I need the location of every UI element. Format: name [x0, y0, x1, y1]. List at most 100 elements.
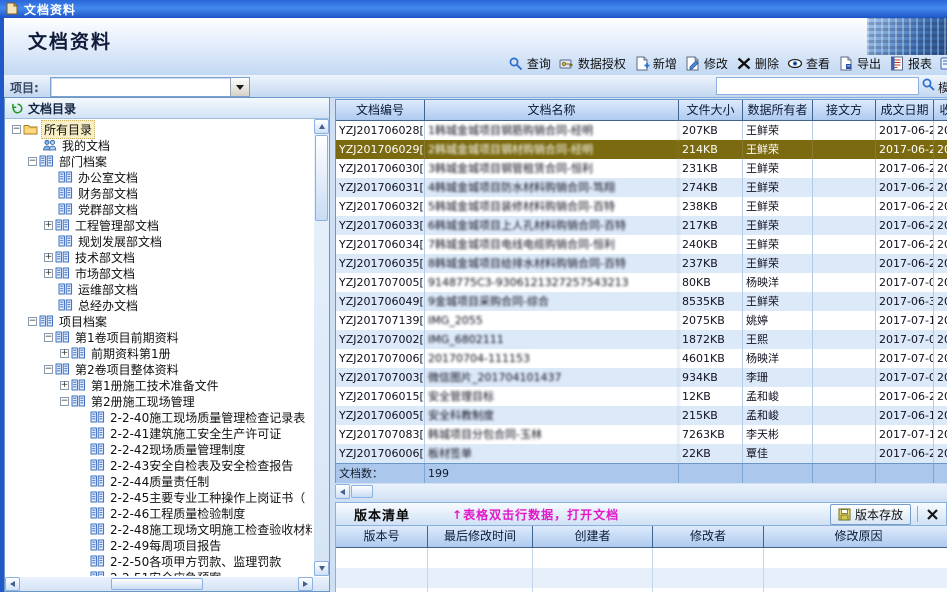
expand-icon[interactable]: + [44, 253, 53, 262]
doc-row[interactable]: YZJ201706033[宗]6韩城金城项目上人孔材料购销合同-百特217KB王… [336, 216, 947, 235]
toolbar-button-export[interactable]: 导出 [838, 55, 881, 72]
scroll-left-icon[interactable] [335, 484, 350, 499]
clipped-tool-icon[interactable] [940, 56, 947, 71]
doc-row[interactable]: YZJ201706029[宗]2韩城金城项目钢材购销合同-经明214KB王鲜荣2… [336, 140, 947, 159]
close-icon[interactable] [924, 506, 940, 522]
tree-item[interactable]: 2-2-48施工现场文明施工检查验收材料 [6, 521, 312, 537]
tree-item[interactable]: 我的文档 [6, 137, 312, 153]
column-header[interactable]: 文件大小 [679, 100, 743, 120]
tree-item[interactable]: −第2卷项目整体资料 [6, 361, 312, 377]
search-icon[interactable] [921, 77, 936, 93]
tree-item[interactable]: +技术部文档 [6, 249, 312, 265]
tree-vertical-scrollbar[interactable] [314, 119, 329, 576]
scrollbar-thumb[interactable] [315, 135, 328, 221]
doc-row[interactable]: YZJ201707002[宗]IMG_68021111872KB王熙2017-0… [336, 330, 947, 349]
tree-item[interactable]: −第1卷项目前期资料 [6, 329, 312, 345]
collapse-icon[interactable]: − [28, 317, 37, 326]
collapse-icon[interactable]: − [12, 125, 21, 134]
toolbar-button-report[interactable]: 报表 [889, 55, 932, 72]
dropdown-arrow-icon[interactable] [230, 78, 249, 96]
collapse-icon[interactable]: − [44, 365, 53, 374]
scroll-down-icon[interactable] [314, 561, 329, 576]
column-header[interactable]: 成文日期 [876, 100, 934, 120]
table-horizontal-scrollbar[interactable] [335, 484, 947, 499]
title-bar[interactable]: 文档资料 [0, 0, 947, 18]
doc-row[interactable]: YZJ201707005[宗]9148775C3-930612132725754… [336, 273, 947, 292]
doc-row[interactable]: YZJ201706005[宗]安全科教制度215KB孟和峻2017-06-192… [336, 406, 947, 425]
scrollbar-thumb[interactable] [351, 485, 373, 498]
tree-item[interactable]: +工程管理部文档 [6, 217, 312, 233]
column-header[interactable]: 文档名称 [425, 100, 679, 120]
collapse-icon[interactable]: − [60, 397, 69, 406]
doc-row[interactable]: YZJ201707083[宗]韩城项目分包合同-玉林7263KB李天彬2017-… [336, 425, 947, 444]
doc-row[interactable]: YZJ201706006[宗]板材签单22KB覃佳2017-06-2020 [336, 444, 947, 463]
tree-item[interactable]: 2-2-45主要专业工种操作上岗证书（ [6, 489, 312, 505]
doc-name: 微信图片_201704101437 [425, 368, 679, 387]
tree-item[interactable]: 2-2-40施工现场质量管理检查记录表 [6, 409, 312, 425]
tree-item[interactable]: 2-2-44质量责任制 [6, 473, 312, 489]
doc-row[interactable]: YZJ201706035[宗]8韩城金城项目给排水材料购销合同-百特237KB王… [336, 254, 947, 273]
tree-item[interactable]: 2-2-42现场质量管理制度 [6, 441, 312, 457]
doc-row[interactable]: YZJ201706032[宗]5韩城金城项目装修材料购销合同-百特238KB王鲜… [336, 197, 947, 216]
tree-item[interactable]: −第2册施工现场管理 [6, 393, 312, 409]
version-column-header[interactable]: 创建者 [533, 526, 653, 547]
tree-item[interactable]: −所有目录 [6, 121, 312, 137]
column-header[interactable]: 数据所有者 [743, 100, 813, 120]
tree-item[interactable]: −项目档案 [6, 313, 312, 329]
column-header[interactable]: 收文日期 [934, 100, 947, 120]
version-column-header[interactable]: 修改者 [653, 526, 764, 547]
tree-item[interactable]: +第1册施工技术准备文件 [6, 377, 312, 393]
scroll-up-icon[interactable] [314, 119, 329, 134]
column-header[interactable]: 文档编号 [336, 100, 425, 120]
toolbar-button-query[interactable]: 查询 [508, 55, 551, 72]
version-store-button[interactable]: 版本存放 [830, 504, 911, 525]
doc-row[interactable]: YZJ201707003[宗]微信图片_201704101437934KB李珊2… [336, 368, 947, 387]
expand-icon[interactable]: + [44, 221, 53, 230]
tree-item[interactable]: 总经办文档 [6, 297, 312, 313]
tree-item[interactable]: 党群部文档 [6, 201, 312, 217]
doc-row[interactable]: YZJ201706028[宗]1韩城金城项目钢筋购销合同-经明207KB王鲜荣2… [336, 121, 947, 140]
doc-row[interactable]: YZJ201706034[宗]7韩城金城项目电线电缆购销合同-恒利240KB王鲜… [336, 235, 947, 254]
tree-item[interactable]: 办公室文档 [6, 169, 312, 185]
tree-item[interactable]: +市场部文档 [6, 265, 312, 281]
tree-item[interactable]: 规划发展部文档 [6, 233, 312, 249]
doc-row[interactable]: YZJ201706049[宗]9金城项目采购合同-综合8535KB王鲜荣2017… [336, 292, 947, 311]
tree-item[interactable]: 运维部文档 [6, 281, 312, 297]
doc-row[interactable]: YZJ201707139[宗]IMG_20552075KB姚婷2017-07-1… [336, 311, 947, 330]
quick-search-input[interactable] [716, 77, 919, 95]
toolbar-button-edit[interactable]: 修改 [685, 55, 728, 72]
toolbar-button-add[interactable]: 新增 [634, 55, 677, 72]
collapse-icon[interactable]: − [44, 333, 53, 342]
version-column-header[interactable]: 修改原因 [764, 526, 947, 547]
expand-icon[interactable]: + [44, 269, 53, 278]
tree-item[interactable]: 2-2-51安全应急预案 [6, 569, 312, 576]
tree-item[interactable]: 2-2-43安全自检表及安全检查报告 [6, 457, 312, 473]
scroll-right-icon[interactable] [298, 577, 313, 591]
tree-item[interactable]: 2-2-49每周项目报告 [6, 537, 312, 553]
expand-icon[interactable]: + [60, 349, 69, 358]
toolbar-button-authorize[interactable]: 数据授权 [559, 55, 626, 72]
collapse-icon[interactable]: − [28, 157, 37, 166]
tree-horizontal-scrollbar[interactable] [5, 577, 329, 591]
doc-row[interactable]: YZJ201707006[宗]20170704-1111534601KB杨映洋2… [336, 349, 947, 368]
tree-item[interactable]: 2-2-41建筑施工安全生产许可证 [6, 425, 312, 441]
tree-item[interactable]: −部门档案 [6, 153, 312, 169]
project-select[interactable] [50, 77, 250, 97]
doc-date: 2017-07-18 [876, 311, 934, 330]
toolbar-button-view[interactable]: 查看 [787, 55, 830, 72]
version-column-header[interactable]: 版本号 [336, 526, 428, 547]
tree-item[interactable]: 财务部文档 [6, 185, 312, 201]
tree-item[interactable]: +前期资料第1册 [6, 345, 312, 361]
scrollbar-thumb[interactable] [111, 578, 203, 590]
version-column-header[interactable]: 最后修改时间 [428, 526, 533, 547]
doc-row[interactable]: YZJ201706031[宗]4韩城金城项目防水材料购销合同-笃翔274KB王鲜… [336, 178, 947, 197]
column-header[interactable]: 接文方 [813, 100, 876, 120]
tree-item[interactable]: 2-2-46工程质量检验制度 [6, 505, 312, 521]
doc-row[interactable]: YZJ201706030[宗]3韩城金城项目钢管租赁合同-恒利231KB王鲜荣2… [336, 159, 947, 178]
tree-item[interactable]: 2-2-50各项甲方罚款、监理罚款 [6, 553, 312, 569]
toolbar-button-delete[interactable]: 删除 [736, 55, 779, 72]
empty-cell [653, 568, 764, 588]
expand-icon[interactable]: + [60, 381, 69, 390]
doc-row[interactable]: YZJ201706015[宗]安全管理目标12KB孟和峻2017-06-2220 [336, 387, 947, 406]
scroll-left-icon[interactable] [5, 577, 20, 591]
